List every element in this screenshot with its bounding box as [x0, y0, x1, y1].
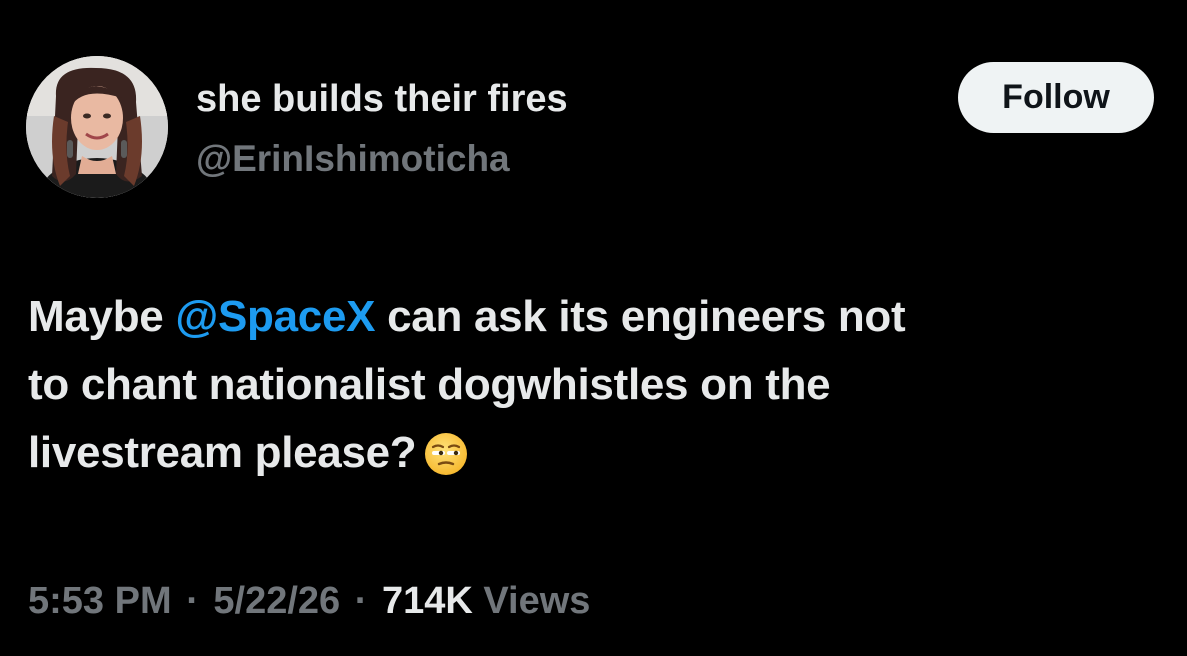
tweet-text-segment: Maybe [28, 292, 176, 341]
unamused-face-emoji-icon [424, 428, 468, 496]
tweet-date[interactable]: 5/22/26 [213, 580, 340, 622]
tweet-text-segment: can ask its engineers not [375, 292, 906, 341]
tweet-meta: 5:53 PM · 5/22/26 · 714K Views [28, 578, 590, 624]
meta-separator: · [186, 580, 199, 622]
tweet-time[interactable]: 5:53 PM [28, 580, 172, 622]
avatar-image [26, 56, 168, 198]
views-label: Views [483, 580, 591, 622]
tweet-line-3: livestream please? [28, 419, 1148, 496]
author-avatar[interactable] [26, 56, 168, 198]
tweet-text: Maybe @SpaceX can ask its engineers not … [28, 283, 1148, 496]
tweet-container: she builds their fires @ErinIshimoticha … [0, 0, 1187, 656]
follow-button[interactable]: Follow [958, 62, 1154, 133]
tweet-line-2: to chant nationalist dogwhistles on the [28, 360, 831, 409]
author-handle[interactable]: @ErinIshimoticha [196, 137, 510, 181]
meta-separator: · [354, 580, 368, 622]
views-count[interactable]: 714K [382, 580, 473, 622]
tweet-text-segment: livestream please? [28, 428, 417, 477]
mention-link[interactable]: @SpaceX [175, 292, 375, 341]
tweet-line-1: Maybe @SpaceX can ask its engineers not [28, 283, 1148, 351]
author-display-name[interactable]: she builds their fires [196, 76, 568, 122]
